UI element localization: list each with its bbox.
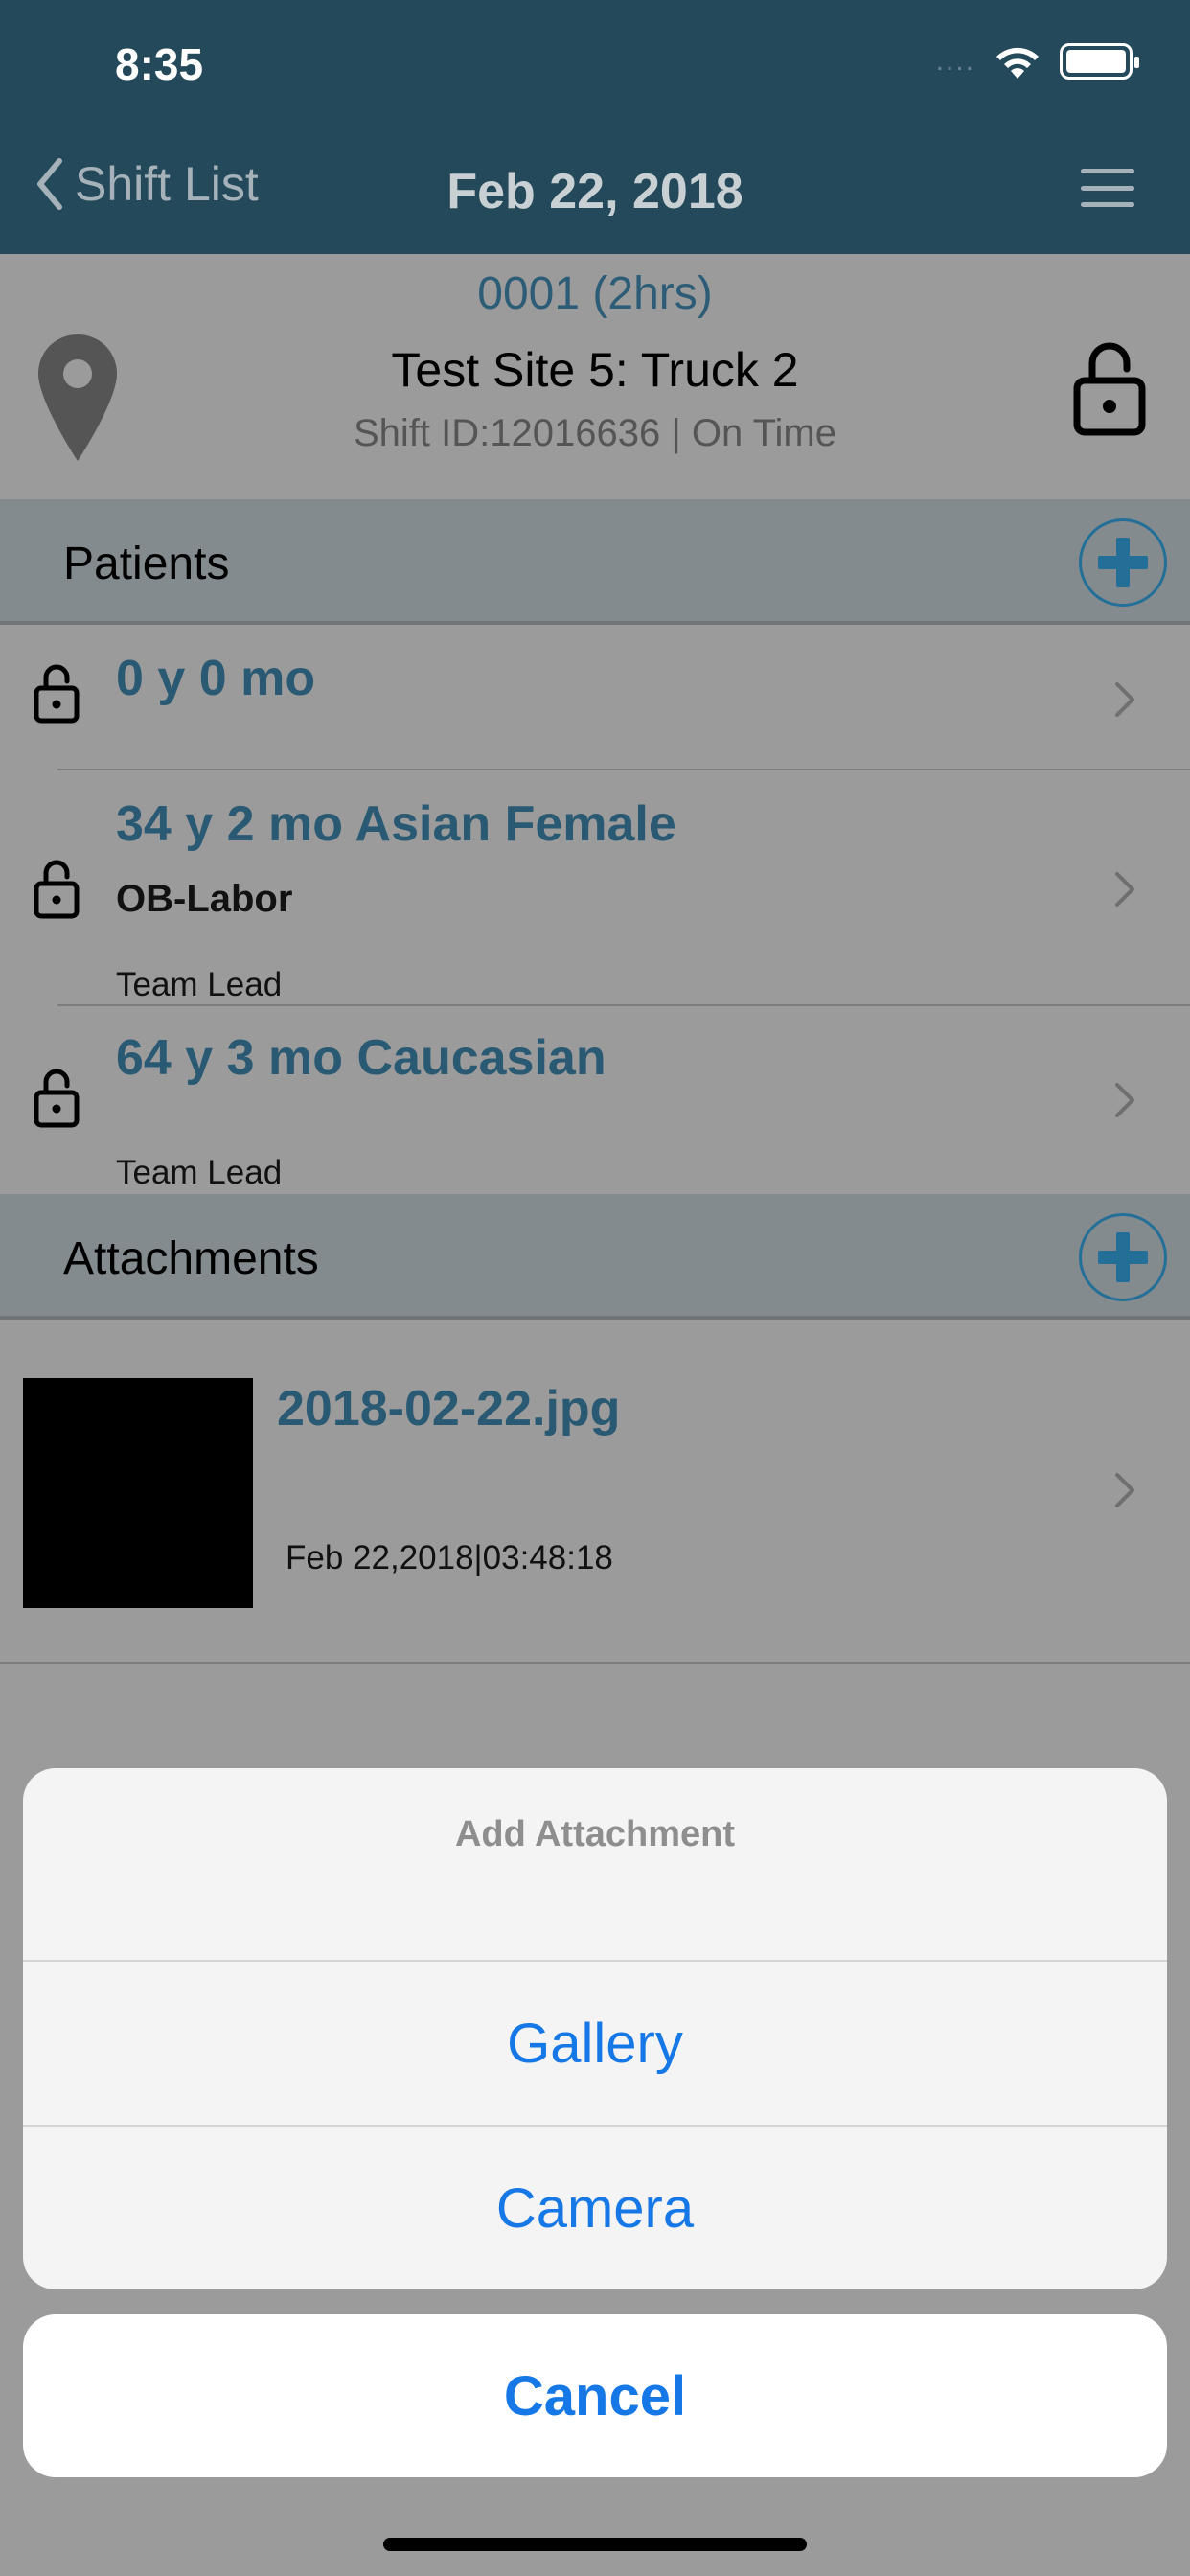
add-attachment-button[interactable] xyxy=(1079,1213,1167,1301)
wifi-icon xyxy=(996,47,1039,79)
patient-row[interactable]: 0 y 0 mo xyxy=(0,629,1190,770)
status-icons: .... xyxy=(935,42,1139,80)
site-name: Test Site 5: Truck 2 xyxy=(391,343,799,397)
unlocked-lock-icon xyxy=(34,860,80,919)
patient-row[interactable]: 34 y 2 mo Asian Female OB-Labor Team Lea… xyxy=(0,770,1190,1006)
patient-role: Team Lead xyxy=(116,966,283,1003)
unlocked-lock-icon xyxy=(34,664,80,724)
nav-header: 8:35 .... Shift List Feb 22, 2018 xyxy=(0,0,1190,254)
patients-section-header: Patients xyxy=(0,499,1190,625)
chevron-right-icon xyxy=(1115,682,1134,717)
chevron-right-icon xyxy=(1115,1083,1134,1117)
attachment-date: Feb 22,2018|03:48:18 xyxy=(286,1539,613,1576)
shift-meta: Shift ID:12016636 | On Time xyxy=(353,412,836,454)
attachments-section-header: Attachments xyxy=(0,1194,1190,1320)
attachment-thumbnail[interactable] xyxy=(23,1378,253,1608)
attachments-title: Attachments xyxy=(63,1233,319,1284)
action-sheet-title: Add Attachment xyxy=(454,1814,736,1854)
page-title: Feb 22, 2018 xyxy=(446,164,744,219)
plus-icon xyxy=(1098,1232,1148,1282)
shift-code: 0001 (2hrs) xyxy=(477,268,713,319)
patient-subtitle: OB-Labor xyxy=(116,878,293,920)
home-indicator[interactable] xyxy=(383,2538,807,2551)
signal-icon: .... xyxy=(935,45,975,77)
status-time: 8:35 xyxy=(115,39,204,89)
hamburger-icon[interactable] xyxy=(1081,169,1134,207)
patient-role: Team Lead xyxy=(116,1154,283,1191)
gallery-button[interactable]: Gallery xyxy=(23,1962,1167,2125)
patients-title: Patients xyxy=(63,539,230,589)
action-sheet: Add Attachment Gallery Camera xyxy=(23,1768,1167,2289)
unlocked-lock-icon[interactable] xyxy=(1071,340,1148,436)
patient-title: 34 y 2 mo Asian Female xyxy=(116,796,676,852)
chevron-right-icon xyxy=(1115,872,1134,907)
patient-title: 0 y 0 mo xyxy=(116,651,316,706)
add-patient-button[interactable] xyxy=(1079,518,1167,607)
shift-info: 0001 (2hrs) Test Site 5: Truck 2 Shift I… xyxy=(0,254,1190,499)
attachment-name[interactable]: 2018-02-22.jpg xyxy=(277,1380,620,1438)
row-divider xyxy=(0,1662,1190,1664)
battery-icon xyxy=(1060,43,1139,80)
cancel-button[interactable]: Cancel xyxy=(23,2314,1167,2477)
patient-title: 64 y 3 mo Caucasian xyxy=(116,1030,606,1086)
camera-button[interactable]: Camera xyxy=(23,2127,1167,2289)
plus-icon xyxy=(1098,538,1148,587)
patient-row[interactable]: 64 y 3 mo Caucasian Team Lead xyxy=(0,1006,1190,1194)
unlocked-lock-icon xyxy=(34,1069,80,1128)
chevron-right-icon[interactable] xyxy=(1113,1471,1136,1509)
